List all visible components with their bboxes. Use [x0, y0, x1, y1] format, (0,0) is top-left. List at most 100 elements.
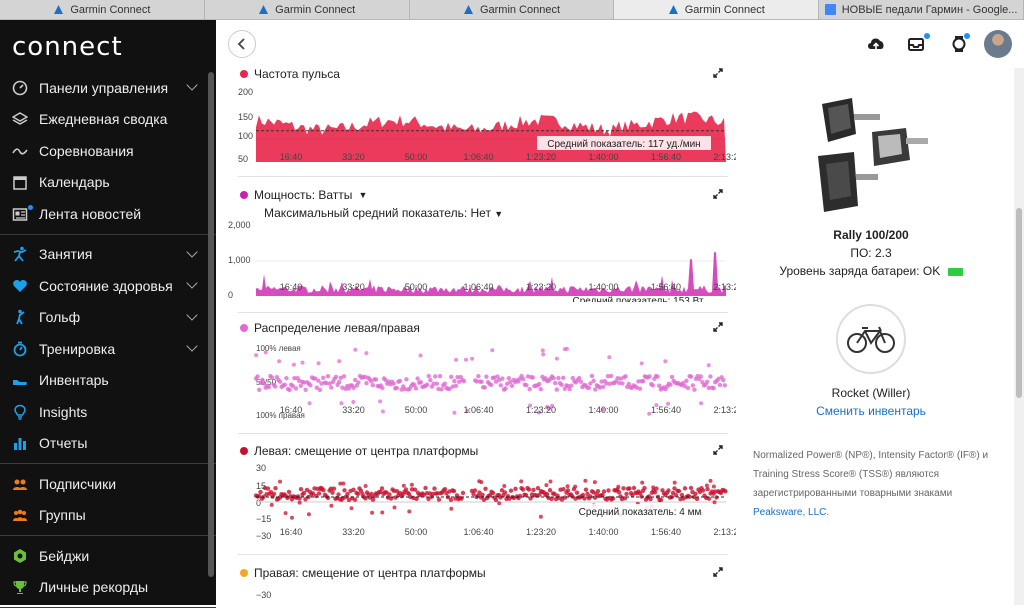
y-tick-label: −30 [256, 590, 271, 600]
data-point [394, 385, 399, 391]
heart-rate-chart[interactable]: 200 150 100 50 16:40 33:20 50:00 1:06:40 1:23:20… [216, 84, 736, 166]
chevron-down-icon[interactable] [186, 340, 198, 352]
sidebar-item-heart[interactable]: Состояние здоровья [0, 270, 216, 302]
data-point [269, 502, 274, 507]
sidebar-item-stopwatch[interactable]: Тренировка [0, 333, 216, 365]
data-point [378, 399, 383, 404]
sidebar-item-label: Подписчики [39, 475, 117, 492]
data-point [449, 506, 454, 511]
sidebar-item-connections[interactable]: Подписчики [0, 468, 216, 500]
data-point [263, 350, 268, 355]
browser-tab[interactable]: НОВЫЕ педали Гармин - Google... [819, 0, 1024, 19]
x-tick-label: 33:20 [342, 405, 365, 415]
data-point [380, 385, 385, 391]
sidebar-item-running-person[interactable]: Занятия [0, 239, 216, 271]
data-point [698, 374, 703, 379]
user-avatar[interactable] [984, 30, 1012, 58]
data-point [705, 379, 710, 384]
data-point [684, 378, 689, 383]
x-tick-label: 50:00 [405, 527, 428, 537]
chevron-down-icon[interactable] [186, 79, 198, 91]
sidebar-item-shoe[interactable]: Инвентарь [0, 365, 216, 397]
browser-tab[interactable]: Garmin Connect [614, 0, 820, 19]
sidebar-item-lightbulb[interactable]: Insights [0, 396, 216, 428]
back-button[interactable] [228, 30, 256, 58]
sidebar-item-layers[interactable]: Ежедневная сводка [0, 104, 216, 136]
data-point [423, 485, 428, 491]
data-point [651, 485, 656, 490]
data-point [554, 387, 559, 392]
calendar-icon [12, 174, 28, 190]
sidebar-item-calendar[interactable]: Календарь [0, 167, 216, 199]
chevron-down-icon[interactable] [186, 245, 198, 258]
balance-chart[interactable]: 100% левая50/50100% правая16:4033:2050:0… [216, 342, 736, 422]
device-firmware: ПО: 2.3 [850, 246, 892, 260]
sidebar-item-trophy[interactable]: Личные рекорды [0, 572, 216, 604]
power-max-avg-selector[interactable]: Максимальный средний показатель: Нет ▼ [264, 206, 503, 220]
left-pco-chart[interactable]: 30150−15−30Средний показатель: 4 мм16:40… [216, 464, 736, 544]
browser-tab[interactable]: Garmin Connect [410, 0, 615, 19]
data-point [342, 488, 347, 493]
x-tick-label: 1:23:20 [526, 282, 556, 292]
data-point [537, 381, 542, 387]
data-point [647, 374, 652, 379]
expand-icon[interactable] [713, 445, 723, 455]
data-point [640, 480, 645, 485]
sidebar-item-groups[interactable]: Группы [0, 500, 216, 532]
chevron-down-icon[interactable] [186, 308, 198, 321]
expand-icon[interactable] [713, 567, 723, 577]
data-point [723, 489, 728, 494]
content-scrollbar[interactable] [1014, 68, 1024, 605]
caret-down-icon: ▼ [358, 190, 368, 200]
right-pco-chart[interactable]: −30 [216, 585, 736, 605]
data-point [452, 410, 457, 415]
x-tick-label: 50:00 [405, 282, 428, 292]
x-tick-label: 16:40 [280, 405, 303, 415]
sidebar-item-golfer[interactable]: Гольф [0, 302, 216, 334]
google-docs-icon [824, 4, 836, 15]
data-point [583, 487, 589, 492]
data-point [363, 484, 368, 488]
sidebar-item-badge-hexagon[interactable]: Бейджи [0, 540, 216, 572]
notification-dot [28, 205, 33, 210]
sidebar-scrollbar[interactable] [208, 72, 214, 577]
data-point [527, 387, 532, 392]
y-tick-label: 50 [238, 154, 248, 164]
connect-logo[interactable]: connect [0, 20, 216, 68]
data-point [637, 386, 643, 391]
data-point [341, 374, 347, 379]
expand-icon[interactable] [713, 322, 723, 332]
chevron-down-icon[interactable] [186, 277, 198, 289]
change-gear-link[interactable]: Сменить инвентарь [736, 404, 1006, 418]
data-point [520, 487, 526, 492]
power-chart[interactable]: 2,000 1,000 0 16:40 33:20 50:00 1:06:40 1:23:20… [216, 220, 736, 302]
sidebar-item-dashboard-gauge[interactable]: Панели управления [0, 72, 216, 104]
data-point [300, 360, 305, 365]
x-tick-label: 1:56:40 [651, 527, 681, 537]
x-tick-label: 1:06:40 [463, 405, 493, 415]
caret-down-icon: ▼ [494, 209, 504, 219]
data-point [551, 376, 556, 381]
power-chart-title[interactable]: Мощность: Ватты ▼ [240, 188, 367, 202]
data-point [351, 400, 356, 404]
content-scrollbar-thumb[interactable] [1016, 208, 1022, 398]
expand-icon[interactable] [713, 189, 723, 199]
browser-tab[interactable]: Garmin Connect [205, 0, 410, 19]
sidebar-item-challenge-wave[interactable]: Соревнования [0, 135, 216, 167]
sidebar-group: Бейджи Личные рекорды [0, 536, 216, 608]
inbox-icon[interactable] [906, 34, 926, 54]
upload-cloud-icon[interactable] [866, 34, 886, 54]
browser-tab[interactable]: Garmin Connect [0, 0, 205, 19]
sidebar-item-newsfeed[interactable]: Лента новостей [0, 198, 216, 230]
sidebar-item-bar-chart[interactable]: Отчеты [0, 428, 216, 460]
trademark-note: Normalized Power® (NP®), Intensity Facto… [753, 450, 989, 518]
data-point [623, 374, 628, 379]
x-tick-label: 1:06:40 [463, 152, 493, 162]
expand-icon[interactable] [713, 68, 723, 78]
top-header [216, 20, 1024, 68]
data-point [531, 487, 536, 493]
data-point [380, 409, 385, 414]
data-point [717, 382, 723, 388]
peaksware-link[interactable]: Peaksware, LLC. [753, 507, 829, 518]
data-point [269, 375, 275, 380]
